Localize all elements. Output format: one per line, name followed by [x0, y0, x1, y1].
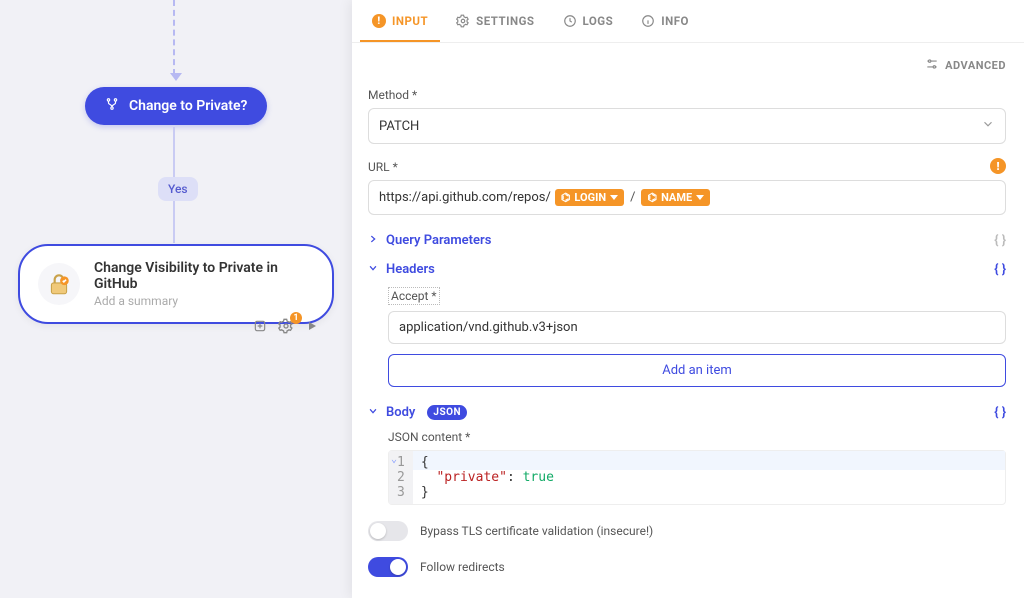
header-accept-label: Accept: [388, 287, 440, 305]
chevron-down-icon: [368, 262, 378, 277]
warning-circle-icon: !: [372, 14, 386, 28]
json-content-editor[interactable]: ⌄ 123 { "private": true }: [388, 450, 1006, 505]
tab-settings-label: SETTINGS: [476, 14, 534, 28]
header-accept-input[interactable]: application/vnd.github.v3+json: [388, 311, 1006, 344]
branch-icon: [105, 97, 119, 115]
advanced-toggle[interactable]: ADVANCED: [368, 57, 1006, 74]
method-select[interactable]: PATCH: [368, 108, 1006, 144]
tab-logs-label: LOGS: [583, 14, 614, 28]
code-gutter: ⌄ 123: [389, 451, 413, 504]
fold-icon[interactable]: ⌄: [391, 454, 397, 465]
chevron-down-icon: [368, 405, 378, 420]
clock-icon: [563, 14, 577, 28]
step-node-title: Change Visibility to Private in GitHub: [94, 260, 314, 292]
braces-icon[interactable]: { }: [994, 262, 1006, 277]
lock-icon: [38, 263, 80, 305]
tab-info[interactable]: INFO: [629, 0, 701, 42]
sliders-icon: [925, 57, 939, 74]
body-mode-badge[interactable]: JSON: [427, 405, 467, 420]
add-step-icon[interactable]: [252, 318, 268, 334]
section-headers[interactable]: Headers: [368, 262, 435, 277]
url-separator: /: [628, 190, 637, 205]
url-input[interactable]: https://api.github.com/repos/ ⌬ LOGIN / …: [368, 180, 1006, 215]
condition-node-label: Change to Private?: [129, 98, 247, 114]
url-prefix: https://api.github.com/repos/: [379, 190, 551, 205]
panel-tabs: ! INPUT SETTINGS LOGS INFO: [352, 0, 1024, 43]
token-tree-icon: ⌬: [647, 191, 657, 204]
add-header-button[interactable]: Add an item: [388, 354, 1006, 387]
gear-icon: [456, 14, 470, 28]
method-label: Method: [368, 88, 1006, 102]
bypass-tls-label: Bypass TLS certificate validation (insec…: [420, 524, 653, 538]
tab-settings[interactable]: SETTINGS: [444, 0, 546, 42]
json-content-label: JSON content: [388, 430, 1006, 444]
follow-redirects-label: Follow redirects: [420, 560, 505, 574]
step-node[interactable]: Change Visibility to Private in GitHub A…: [18, 244, 334, 324]
condition-node[interactable]: Change to Private?: [85, 87, 267, 125]
chevron-right-icon: [368, 233, 378, 248]
workflow-canvas: Change to Private? Yes Change Visibility…: [0, 0, 350, 598]
chevron-down-icon: [696, 195, 704, 200]
url-token-name[interactable]: ⌬ NAME: [641, 189, 710, 206]
token-tree-icon: ⌬: [561, 191, 571, 204]
code-lines: { "private": true }: [413, 451, 1005, 504]
info-icon: [641, 14, 655, 28]
method-value: PATCH: [379, 119, 419, 134]
braces-icon[interactable]: { }: [994, 233, 1006, 248]
step-settings-icon[interactable]: 1: [278, 318, 294, 334]
chevron-down-icon: [981, 117, 995, 135]
run-step-icon[interactable]: [304, 318, 320, 334]
section-query-parameters[interactable]: Query Parameters: [368, 233, 491, 248]
branch-label-yes[interactable]: Yes: [158, 177, 198, 201]
tab-logs[interactable]: LOGS: [551, 0, 626, 42]
url-warning-icon[interactable]: !: [990, 158, 1006, 174]
config-panel: ! INPUT SETTINGS LOGS INFO ADV: [352, 0, 1024, 598]
braces-icon[interactable]: { }: [994, 405, 1006, 420]
chevron-down-icon: [610, 195, 618, 200]
advanced-label: ADVANCED: [945, 59, 1006, 72]
tab-info-label: INFO: [661, 14, 689, 28]
settings-badge: 1: [290, 312, 302, 324]
follow-redirects-toggle[interactable]: [368, 557, 408, 577]
step-node-summary-placeholder[interactable]: Add a summary: [94, 294, 314, 308]
url-token-login[interactable]: ⌬ LOGIN: [555, 189, 624, 206]
section-body[interactable]: Body JSON: [368, 405, 467, 420]
bypass-tls-toggle[interactable]: [368, 521, 408, 541]
url-label: URL: [368, 160, 1006, 174]
tab-input[interactable]: ! INPUT: [360, 0, 440, 42]
tab-input-label: INPUT: [392, 14, 428, 28]
incoming-connector: [173, 0, 175, 75]
